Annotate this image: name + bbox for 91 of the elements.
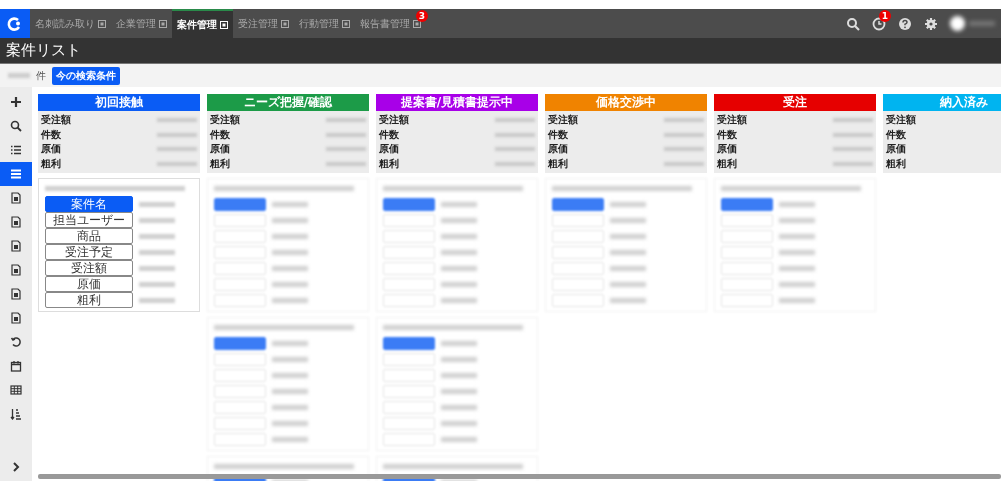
redacted-text bbox=[495, 132, 535, 137]
column-header: ニーズ把握/確認 bbox=[207, 94, 369, 111]
redacted-text bbox=[495, 118, 535, 123]
field-label[interactable]: 受注額 bbox=[45, 260, 133, 276]
rows-icon[interactable] bbox=[0, 162, 32, 186]
redacted-text bbox=[157, 118, 197, 123]
blurred-card[interactable] bbox=[207, 317, 369, 451]
field-label[interactable]: 案件名 bbox=[45, 196, 133, 212]
redacted-text bbox=[326, 132, 366, 137]
stat-label: 件数 bbox=[548, 127, 568, 142]
nav-tab[interactable]: 受注管理 bbox=[233, 9, 294, 38]
nav-tab[interactable]: 名刺読み取り bbox=[30, 9, 111, 38]
nav-tab[interactable]: 行動管理 bbox=[294, 9, 355, 38]
stat-label: 粗利 bbox=[717, 156, 737, 171]
field-label[interactable]: 原価 bbox=[45, 276, 133, 292]
field-label[interactable]: 商品 bbox=[45, 228, 133, 244]
stat-label: 件数 bbox=[41, 127, 61, 142]
field-label[interactable]: 粗利 bbox=[45, 292, 133, 308]
field-label[interactable]: 担当ユーザー bbox=[45, 212, 133, 228]
redacted-text bbox=[8, 73, 30, 78]
column-header: 価格交渉中 bbox=[545, 94, 707, 111]
column-header: 納入済み bbox=[883, 94, 1001, 111]
app-logo[interactable] bbox=[0, 9, 30, 38]
stat-label: 件数 bbox=[717, 127, 737, 142]
filter-button[interactable]: 今の検索条件 bbox=[52, 66, 120, 85]
redacted-text bbox=[664, 161, 704, 166]
redacted-text bbox=[139, 265, 175, 271]
redacted-text bbox=[664, 147, 704, 152]
stat-label: 粗利 bbox=[210, 156, 230, 171]
redacted-text bbox=[495, 147, 535, 152]
redacted-text bbox=[326, 118, 366, 123]
redacted-text bbox=[326, 147, 366, 152]
stat-label: 受注額 bbox=[717, 113, 747, 128]
notification-badge: 3 bbox=[416, 10, 428, 22]
redacted-text bbox=[326, 161, 366, 166]
nav-tab[interactable]: 報告書管理 3 bbox=[355, 9, 426, 38]
stat-label: 件数 bbox=[886, 127, 906, 142]
column-header: 初回接触 bbox=[38, 94, 200, 111]
redacted-text bbox=[139, 217, 175, 223]
stat-label: 原価 bbox=[717, 142, 737, 157]
stat-label: 原価 bbox=[41, 142, 61, 157]
avatar[interactable] bbox=[950, 16, 965, 31]
stat-label: 原価 bbox=[548, 142, 568, 157]
search-icon[interactable] bbox=[846, 16, 860, 31]
stat-label: 粗利 bbox=[379, 156, 399, 171]
column-header: 受注 bbox=[714, 94, 876, 111]
redacted-text bbox=[833, 161, 873, 166]
redacted-text bbox=[139, 233, 175, 239]
stat-label: 受注額 bbox=[379, 113, 409, 128]
count-unit: 件 bbox=[36, 68, 46, 83]
blurred-card[interactable] bbox=[545, 178, 707, 312]
stat-label: 粗利 bbox=[548, 156, 568, 171]
redacted-text bbox=[139, 249, 175, 255]
blurred-card[interactable] bbox=[376, 317, 538, 451]
redacted-text bbox=[139, 201, 175, 207]
stat-label: 件数 bbox=[379, 127, 399, 142]
redacted-text bbox=[833, 132, 873, 137]
stat-label: 受注額 bbox=[210, 113, 240, 128]
redacted-text bbox=[664, 132, 704, 137]
blurred-card[interactable] bbox=[714, 178, 876, 312]
stat-label: 原価 bbox=[886, 142, 906, 157]
nav-tab[interactable]: 企業管理 bbox=[111, 9, 172, 38]
redacted-text bbox=[157, 161, 197, 166]
help-icon[interactable] bbox=[898, 16, 912, 31]
stat-label: 受注額 bbox=[548, 113, 578, 128]
redacted-text bbox=[969, 21, 995, 26]
blurred-card[interactable] bbox=[207, 178, 369, 312]
stat-label: 件数 bbox=[210, 127, 230, 142]
stat-label: 粗利 bbox=[41, 156, 61, 171]
column-header: 提案書/見積書提示中 bbox=[376, 94, 538, 111]
stat-label: 原価 bbox=[210, 142, 230, 157]
redacted-text bbox=[157, 132, 197, 137]
deal-card[interactable]: 案件名 担当ユーザー 商品 受注予定 受注額 原価 粗利 bbox=[38, 178, 200, 312]
field-label[interactable]: 受注予定 bbox=[45, 244, 133, 260]
redacted-text bbox=[157, 147, 197, 152]
redacted-text bbox=[833, 118, 873, 123]
redacted-text bbox=[495, 161, 535, 166]
stat-label: 原価 bbox=[379, 142, 399, 157]
redacted-text bbox=[139, 281, 175, 287]
notification-badge: 1 bbox=[879, 9, 891, 22]
stat-label: 粗利 bbox=[886, 156, 906, 171]
settings-icon[interactable] bbox=[924, 16, 938, 31]
stat-label: 受注額 bbox=[41, 113, 71, 128]
redacted-text bbox=[139, 297, 175, 303]
redacted-text bbox=[664, 118, 704, 123]
nav-tab[interactable]: 案件管理 bbox=[172, 9, 233, 38]
stat-label: 受注額 bbox=[886, 113, 916, 128]
horizontal-scrollbar[interactable] bbox=[38, 474, 1001, 479]
blurred-card[interactable] bbox=[376, 178, 538, 312]
page-title: 案件リスト bbox=[6, 41, 81, 60]
redacted-text bbox=[833, 147, 873, 152]
